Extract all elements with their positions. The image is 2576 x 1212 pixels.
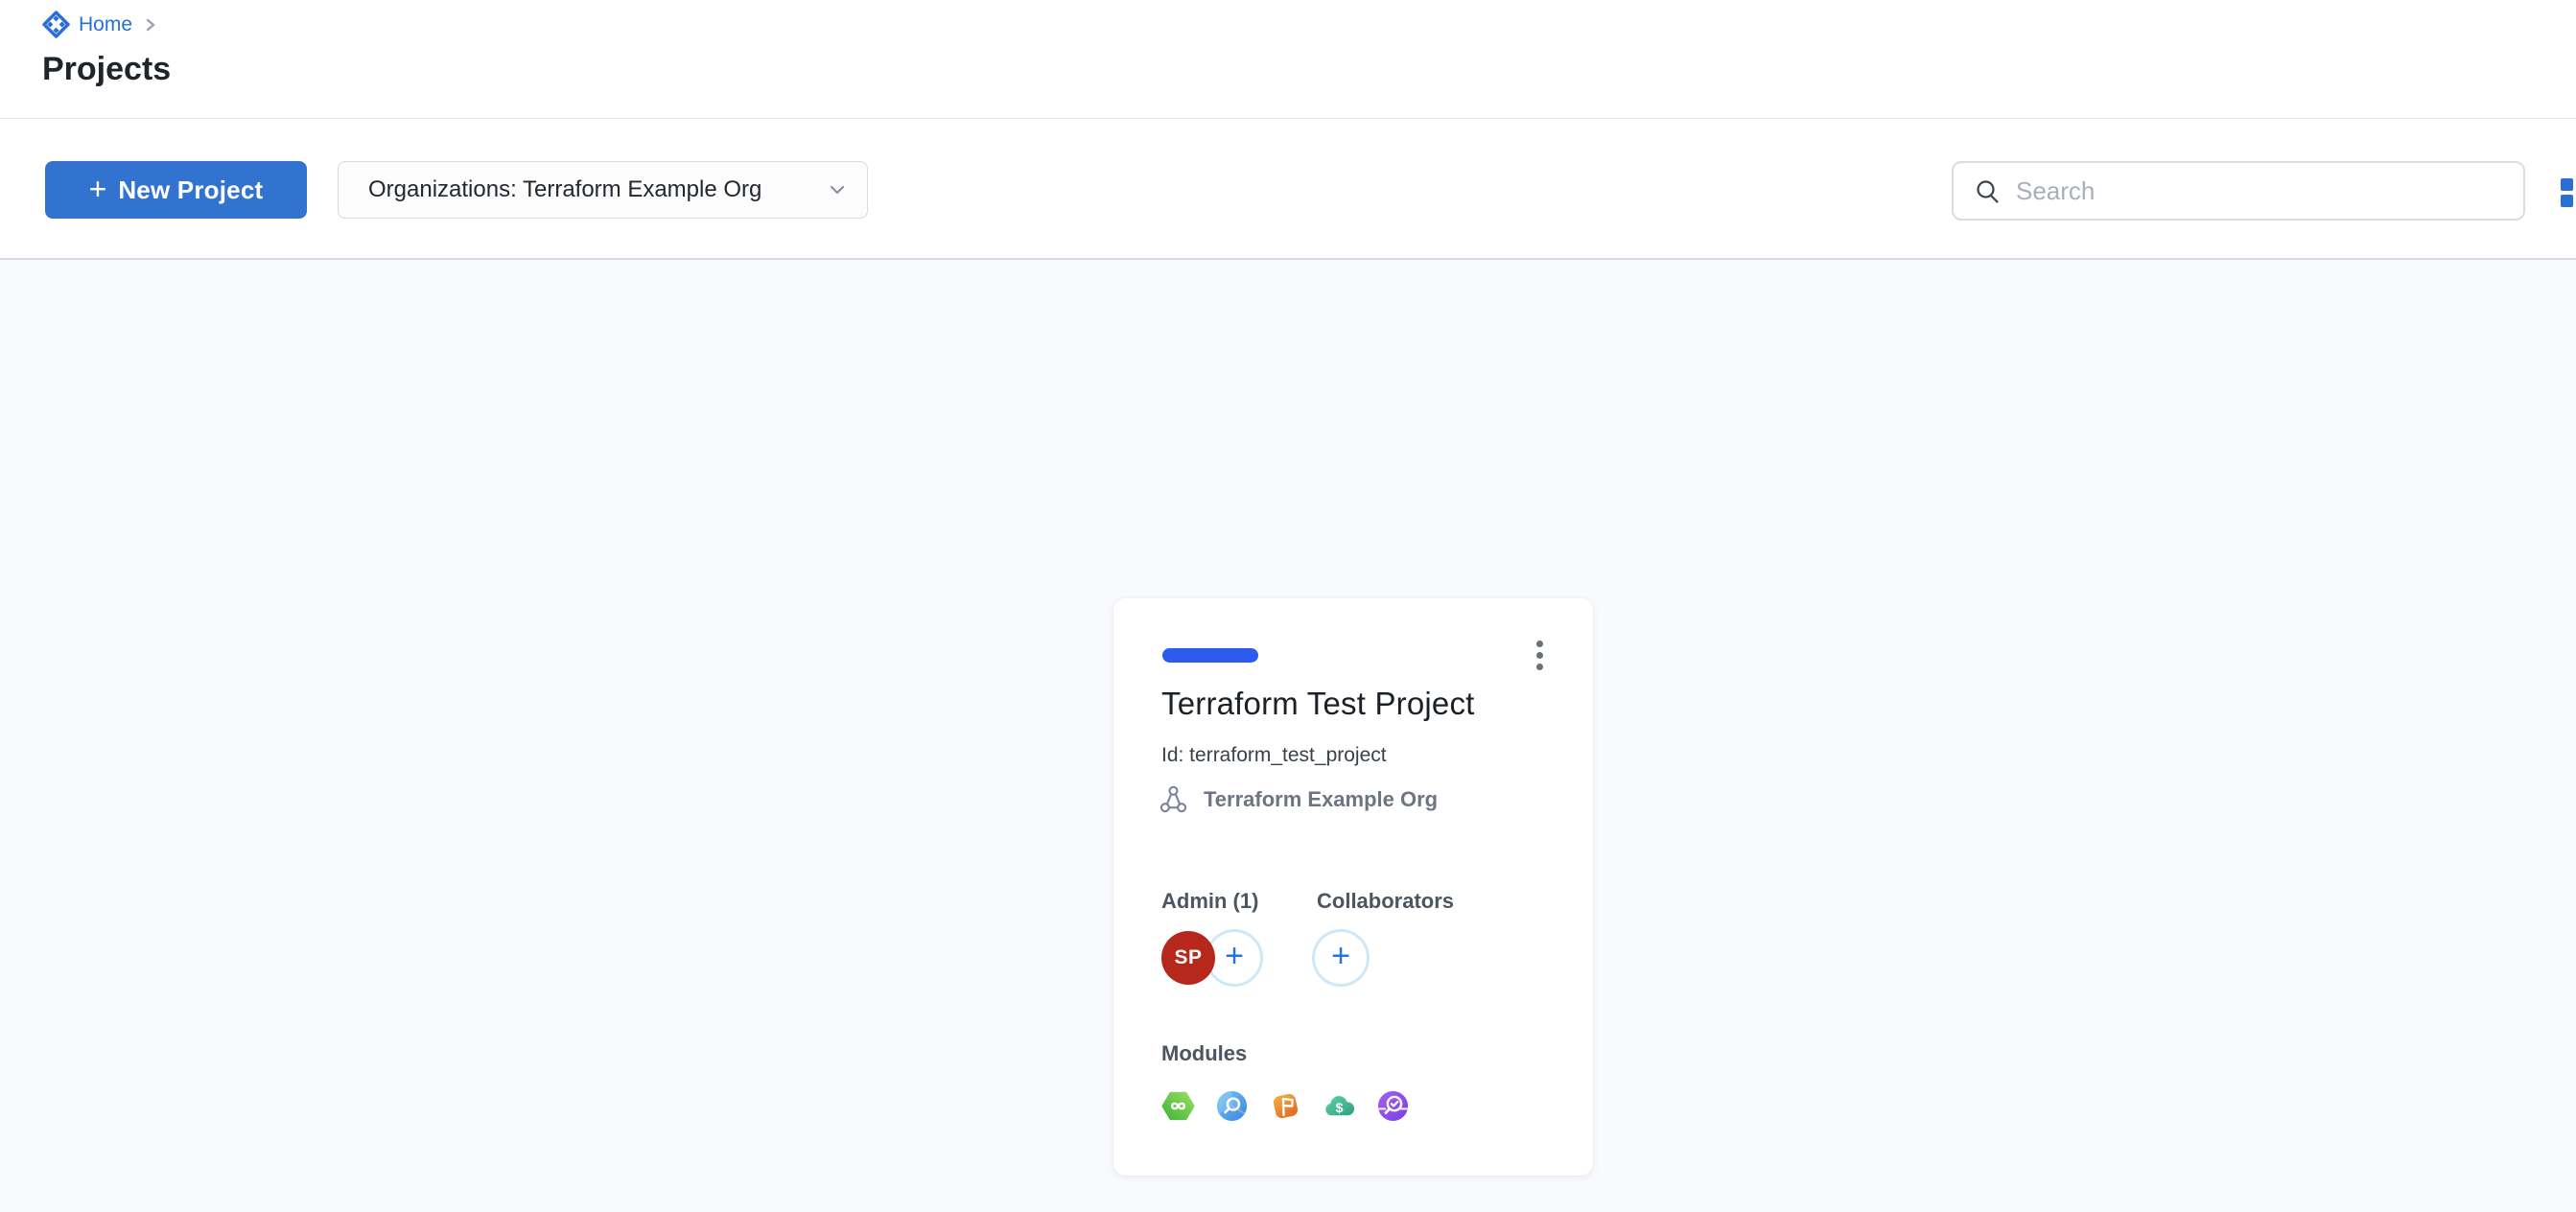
- home-diamond-icon: [42, 11, 70, 38]
- projects-page: Home Projects + New Project Organization…: [0, 0, 2576, 1212]
- modules-section-label: Modules: [1161, 1041, 1247, 1066]
- modules-row: $: [1161, 1089, 1410, 1123]
- grid-view-icon[interactable]: [2561, 178, 2576, 207]
- organizations-filter-value: Organizations: Terraform Example Org: [368, 176, 827, 203]
- feature-flags-flag-icon: [1269, 1089, 1302, 1123]
- chevron-down-icon: [827, 179, 848, 200]
- project-card[interactable]: Terraform Test Project Id: terraform_tes…: [1113, 598, 1593, 1176]
- org-name: Terraform Example Org: [1204, 787, 1438, 812]
- reliability-magnifier-check-icon: [1376, 1089, 1410, 1123]
- admin-avatars: + SP: [1161, 929, 1276, 991]
- plus-icon: +: [1225, 940, 1244, 972]
- new-project-button[interactable]: + New Project: [45, 161, 307, 219]
- ci-circle-magnifier-icon: [1215, 1089, 1249, 1123]
- page-title: Projects: [42, 50, 171, 88]
- cd-hexagon-infinity-icon: [1161, 1089, 1195, 1123]
- toolbar: + New Project Organizations: Terraform E…: [0, 119, 2576, 260]
- new-project-label: New Project: [118, 175, 263, 205]
- breadcrumb-home-link[interactable]: Home: [79, 13, 132, 36]
- search-input[interactable]: [2014, 175, 2506, 207]
- cloud-cost-dollar-cloud-icon: $: [1323, 1089, 1356, 1123]
- project-color-bar: [1162, 648, 1258, 663]
- content-area: Terraform Test Project Id: terraform_tes…: [0, 260, 2576, 1212]
- org-network-icon: [1159, 785, 1187, 813]
- plus-icon: +: [1331, 940, 1350, 972]
- project-organization: Terraform Example Org: [1159, 785, 1438, 813]
- add-collaborator-button[interactable]: +: [1312, 929, 1370, 987]
- project-id: Id: terraform_test_project: [1161, 742, 1387, 768]
- page-header: Home Projects: [0, 0, 2576, 119]
- svg-text:$: $: [1336, 1100, 1344, 1115]
- plus-icon: +: [89, 174, 107, 204]
- avatar[interactable]: SP: [1161, 931, 1215, 985]
- organizations-filter-dropdown[interactable]: Organizations: Terraform Example Org: [338, 161, 868, 219]
- search-icon: [1975, 178, 2001, 204]
- card-menu-button[interactable]: [1527, 635, 1553, 676]
- chevron-right-icon: [143, 16, 158, 34]
- project-title: Terraform Test Project: [1161, 685, 1475, 723]
- collaborators-section-label: Collaborators: [1317, 889, 1454, 914]
- search-box: [1952, 161, 2525, 221]
- breadcrumb: Home: [42, 11, 158, 38]
- admin-section-label: Admin (1): [1161, 889, 1258, 914]
